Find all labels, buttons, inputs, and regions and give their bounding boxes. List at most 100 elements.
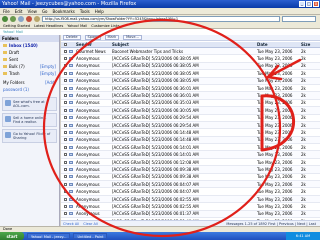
row-checkbox[interactable] <box>61 57 69 61</box>
bookmark-getting-started[interactable]: Getting Started <box>3 24 30 28</box>
row-subject[interactable]: [ACCeSS GRanTeD] 5/23/2006 06:14:01 AM <box>111 145 211 150</box>
folder-inbox[interactable]: Inbox (1540) <box>0 42 59 49</box>
home-icon[interactable] <box>34 16 40 22</box>
menu-bookmarks[interactable]: Bookmarks <box>53 9 75 14</box>
row-subject[interactable]: [ACCeSS GRanTeD] 5/23/2006 06:14:48 AM <box>111 137 211 142</box>
row-sender[interactable]: Anonymous <box>75 123 111 128</box>
table-row[interactable]: Anonymous [ACCeSS GRanTeD] 5/23/2006 06:3… <box>61 55 320 63</box>
folder-bulk[interactable]: Bulk (7) [Empty] <box>0 63 59 70</box>
row-subject[interactable]: [ACCeSS GRanTeD] 5/23/2006 06:38:05 AM <box>111 71 211 76</box>
column-sender[interactable]: Sender <box>75 42 111 47</box>
table-row[interactable]: Anonymous [ACCeSS GRanTeD] 5/23/2006 06:1… <box>61 144 320 152</box>
row-checkbox[interactable] <box>61 94 69 98</box>
row-sender[interactable]: Anonymous <box>75 167 111 172</box>
search-input[interactable] <box>282 16 316 22</box>
table-row[interactable]: Anonymous [ACCeSS GRanTeD] 5/23/2006 06:2… <box>61 121 320 130</box>
row-sender[interactable]: Anonymous <box>75 145 111 150</box>
folder-password[interactable]: password (1) <box>0 86 59 93</box>
table-row[interactable]: Anonymous [ACCeSS GRanTeD] 5/23/2006 06:3… <box>61 85 320 93</box>
maximize-button[interactable]: □ <box>306 1 312 7</box>
row-subject[interactable]: [ACCeSS GRanTeD] 5/23/2006 06:36:01 AM <box>111 93 211 98</box>
row-checkbox[interactable] <box>61 79 69 83</box>
row-subject[interactable]: [ACCeSS GRanTeD] 5/23/2006 06:38:05 AM <box>111 78 211 83</box>
promo-widget[interactable]: Go to Yahoo! Flickr of Sharing <box>2 129 57 143</box>
row-checkbox[interactable] <box>61 175 69 179</box>
row-checkbox[interactable] <box>61 197 69 201</box>
pager[interactable]: Messages 1-25 of 1892 First | Previous |… <box>226 222 316 226</box>
row-subject[interactable]: [ACCeSS GRanTeD] 5/23/2006 06:09:38 AM <box>111 174 211 179</box>
table-row[interactable]: Anonymous [ACCeSS GRanTeD] 5/23/2006 06:0… <box>61 203 320 211</box>
row-sender[interactable]: Anonymous <box>75 56 111 61</box>
table-row[interactable]: Anonymous [ACCeSS GRanTeD] 5/23/2006 06:1… <box>61 136 320 145</box>
forward-icon[interactable] <box>10 16 16 22</box>
back-icon[interactable] <box>2 16 8 22</box>
row-subject[interactable]: [ACCeSS GRanTeD] 5/23/2006 06:29:54 AM <box>111 115 211 120</box>
table-row[interactable]: Anonymous [ACCeSS GRanTeD] 5/23/2006 06:2… <box>61 115 320 122</box>
row-checkbox[interactable] <box>61 204 69 208</box>
move-button[interactable]: Move... <box>123 35 142 40</box>
column-subject[interactable]: Subject <box>111 42 211 47</box>
table-row[interactable]: Anonymous [ACCeSS GRanTeD] 5/23/2006 06:3… <box>61 107 320 115</box>
menu-edit[interactable]: Edit <box>15 9 23 14</box>
row-checkbox[interactable] <box>61 101 69 105</box>
row-sender[interactable]: Anonymous <box>75 137 111 142</box>
row-sender[interactable]: Anonymous <box>75 71 111 76</box>
table-row[interactable]: Anonymous [ACCeSS GRanTeD] 5/23/2006 06:0… <box>61 166 320 174</box>
table-row[interactable]: Anonymous [ACCeSS GRanTeD] 5/23/2006 06:1… <box>61 159 320 167</box>
row-checkbox[interactable] <box>61 49 69 53</box>
address-bar[interactable]: http://us.f508.mail.yahoo.com/ym/ShowFol… <box>42 16 280 22</box>
delete-button[interactable]: Delete <box>63 35 81 40</box>
row-sender[interactable]: Anonymous <box>75 182 111 187</box>
row-subject[interactable]: [ACCeSS GRanTeD] 5/23/2006 06:29:54 AM <box>111 123 211 128</box>
row-subject[interactable]: [ACCeSS GRanTeD] 5/23/2006 06:02:55 AM <box>111 204 211 209</box>
table-row[interactable]: Anonymous [ACCeSS GRanTeD] 5/23/2006 06:3… <box>61 62 320 71</box>
row-sender[interactable]: Anonymous <box>75 152 111 157</box>
row-checkbox[interactable] <box>61 71 69 75</box>
spam-button[interactable]: Spam <box>84 35 101 40</box>
menu-help[interactable]: Help <box>95 9 104 14</box>
bookmark-latest-headlines[interactable]: Latest Headlines <box>34 24 63 28</box>
clear-all-link[interactable]: Clear All <box>83 222 98 226</box>
row-sender[interactable]: Gourmet News <box>75 49 111 54</box>
folder-sent[interactable]: Sent <box>0 56 59 63</box>
row-subject[interactable]: Baconet Webmaster Tips and Tricks <box>111 49 211 54</box>
table-row[interactable]: Anonymous [ACCeSS GRanTeD] 5/23/2006 06:3… <box>61 100 320 108</box>
folder-trash[interactable]: Trash [Empty] <box>0 70 59 77</box>
stop-icon[interactable] <box>26 16 32 22</box>
row-subject[interactable]: [ACCeSS GRanTeD] 5/23/2006 06:30:05 AM <box>111 108 211 113</box>
table-row[interactable]: Anonymous [ACCeSS GRanTeD] 5/23/2006 06:0… <box>61 210 320 218</box>
row-subject[interactable]: [ACCeSS GRanTeD] 5/23/2006 06:35:03 AM <box>111 100 211 105</box>
table-row[interactable]: Anonymous [ACCeSS GRanTeD] 5/23/2006 06:3… <box>61 92 320 100</box>
row-checkbox[interactable] <box>61 182 69 186</box>
row-subject[interactable]: [ACCeSS GRanTeD] 5/23/2006 06:36:01 AM <box>111 86 211 91</box>
row-checkbox[interactable] <box>61 212 69 216</box>
table-row[interactable]: Anonymous [ACCeSS GRanTeD] 5/23/2006 06:0… <box>61 174 320 182</box>
menu-tools[interactable]: Tools <box>80 9 90 14</box>
row-sender[interactable]: Anonymous <box>75 211 111 216</box>
row-subject[interactable]: [ACCeSS GRanTeD] 5/23/2006 06:14:48 AM <box>111 130 211 135</box>
row-subject[interactable]: [ACCeSS GRanTeD] 5/23/2006 06:09:38 AM <box>111 167 211 172</box>
taskbar-item-firefox[interactable]: Yahoo! Mail - jeezy... <box>27 233 71 239</box>
row-sender[interactable]: Anonymous <box>75 78 111 83</box>
row-sender[interactable]: Anonymous <box>75 130 111 135</box>
row-checkbox[interactable] <box>61 64 69 68</box>
table-row[interactable]: Anonymous [ACCeSS GRanTeD] 5/23/2006 06:1… <box>61 129 320 137</box>
table-row[interactable]: Anonymous [ACCeSS GRanTeD] 5/23/2006 06:0… <box>61 188 320 196</box>
row-checkbox[interactable] <box>61 108 69 112</box>
row-subject[interactable]: [ACCeSS GRanTeD] 5/23/2006 06:12:08 AM <box>111 160 211 165</box>
add-folder-link[interactable]: [Add] <box>45 80 56 85</box>
row-checkbox[interactable] <box>61 190 69 194</box>
menu-go[interactable]: Go <box>42 9 48 14</box>
row-sender[interactable]: Anonymous <box>75 108 111 113</box>
menu-view[interactable]: View <box>27 9 37 14</box>
table-row[interactable]: Gourmet News Baconet Webmaster Tips and T… <box>61 48 320 56</box>
table-row[interactable]: Anonymous [ACCeSS GRanTeD] 5/23/2006 06:3… <box>61 77 320 85</box>
row-checkbox[interactable] <box>61 116 69 120</box>
row-sender[interactable]: Anonymous <box>75 115 111 120</box>
empty-trash-link[interactable]: [Empty] <box>40 71 56 76</box>
close-button[interactable]: x <box>313 1 319 7</box>
start-button[interactable]: start <box>0 232 24 240</box>
promo-widget[interactable]: Sell a home online. Find a realtor. <box>2 113 57 127</box>
row-checkbox[interactable] <box>61 145 69 149</box>
row-checkbox[interactable] <box>61 130 69 134</box>
